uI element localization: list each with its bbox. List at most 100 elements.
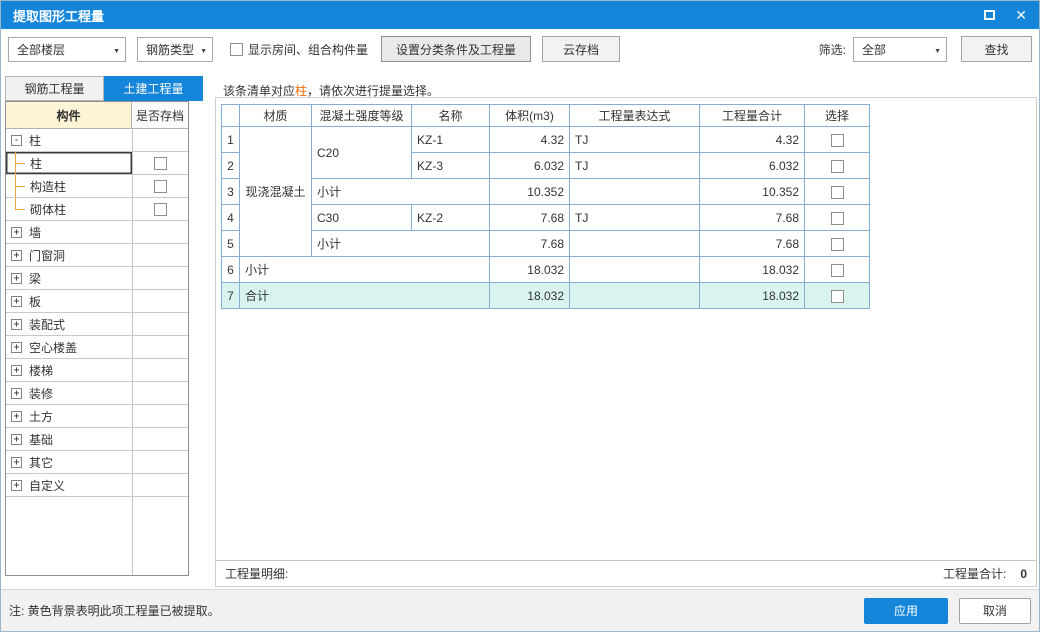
tree-item-masonry-column[interactable]: 砌体柱 <box>6 198 188 221</box>
quantity-table: 材质 混凝土强度等级 名称 体积(m3) 工程量表达式 工程量合计 选择 1 现… <box>221 104 870 309</box>
tree-item-column[interactable]: 柱 <box>6 152 188 175</box>
table-row: 4 C30 KZ-2 7.68 TJ 7.68 <box>221 204 870 231</box>
expand-icon[interactable] <box>11 295 22 307</box>
expand-icon[interactable] <box>11 318 22 330</box>
volume-cell: 7.68 <box>489 204 570 231</box>
row-number-header <box>221 104 240 127</box>
expression-cell: TJ <box>569 204 700 231</box>
volume-cell: 18.032 <box>489 256 570 283</box>
floor-select[interactable]: 全部楼层 <box>8 36 126 62</box>
collapse-icon[interactable] <box>11 134 22 146</box>
close-icon[interactable] <box>1015 8 1027 22</box>
grand-total-label: 合计 <box>239 282 490 309</box>
tree-item-earthwork[interactable]: 土方 <box>6 405 188 428</box>
expand-icon[interactable] <box>11 249 22 261</box>
show-room-checkbox-group[interactable]: 显示房间、组合构件量 <box>230 41 368 58</box>
row-select-checkbox[interactable] <box>830 159 844 173</box>
grade-cell: C30 <box>311 204 412 231</box>
toolbar: 全部楼层 钢筋类型 显示房间、组合构件量 设置分类条件及工程量 云存档 筛选: … <box>1 29 1039 69</box>
expand-icon[interactable] <box>11 226 22 238</box>
expand-icon[interactable] <box>11 272 22 284</box>
expression-cell <box>569 178 700 205</box>
archive-checkbox[interactable] <box>153 202 167 216</box>
table-row: 1 现浇混凝土 C20 KZ-1 4.32 TJ 4.32 <box>221 126 870 257</box>
row-select-checkbox[interactable] <box>830 289 844 303</box>
expand-icon[interactable] <box>11 364 22 376</box>
expression-cell <box>569 230 700 257</box>
maximize-icon[interactable] <box>984 10 996 20</box>
row-number: 7 <box>221 282 240 309</box>
expand-icon[interactable] <box>11 410 22 422</box>
select-header: 选择 <box>804 104 870 127</box>
row-number: 4 <box>221 204 240 231</box>
tree-connector <box>15 198 28 220</box>
row-number: 3 <box>221 178 240 205</box>
row-select-checkbox[interactable] <box>830 185 844 199</box>
note-text: 注: 黄色背景表明此项工程量已被提取。 <box>9 604 220 618</box>
find-button[interactable]: 查找 <box>961 36 1032 62</box>
tab-rebar-quantities[interactable]: 钢筋工程量 <box>5 76 104 101</box>
tree-item-other[interactable]: 其它 <box>6 451 188 474</box>
apply-button[interactable]: 应用 <box>864 597 948 624</box>
archive-checkbox[interactable] <box>153 156 167 170</box>
expression-header: 工程量表达式 <box>569 104 700 127</box>
show-room-checkbox[interactable] <box>230 42 243 56</box>
dialog-bottom-bar: 注: 黄色背景表明此项工程量已被提取。 应用 取消 <box>1 589 1039 631</box>
expand-icon[interactable] <box>11 456 22 468</box>
name-header: 名称 <box>411 104 490 127</box>
tab-bar: 钢筋工程量 土建工程量 <box>5 76 203 101</box>
tree-header-component: 构件 <box>6 102 132 128</box>
expand-icon[interactable] <box>11 433 22 445</box>
tree-connector <box>15 152 28 174</box>
tree-header: 构件 是否存档 <box>6 102 188 129</box>
tree-item-wall[interactable]: 墙 <box>6 221 188 244</box>
component-tree-panel: 构件 是否存档 柱 柱 构造柱 砌体柱 墙 门窗洞 梁 <box>5 101 189 576</box>
tree-item-stairs[interactable]: 楼梯 <box>6 359 188 382</box>
cancel-button[interactable]: 取消 <box>959 597 1031 624</box>
total-cell: 4.32 <box>699 126 805 153</box>
row-select-checkbox[interactable] <box>830 133 844 147</box>
tree-item-foundation[interactable]: 基础 <box>6 428 188 451</box>
tree-item-slab[interactable]: 板 <box>6 290 188 313</box>
cloud-save-button[interactable]: 云存档 <box>542 36 621 62</box>
tree-item-decoration[interactable]: 装修 <box>6 382 188 405</box>
name-cell: KZ-1 <box>411 126 490 153</box>
chevron-down-icon <box>107 42 120 56</box>
expression-cell: TJ <box>569 126 700 153</box>
tab-civil-quantities[interactable]: 土建工程量 <box>104 76 203 101</box>
total-header: 工程量合计 <box>699 104 805 127</box>
archive-checkbox[interactable] <box>153 179 167 193</box>
volume-cell: 10.352 <box>489 178 570 205</box>
expand-icon[interactable] <box>11 341 22 353</box>
panel-footer: 工程量明细: 工程量合计: 0 <box>216 560 1036 586</box>
tree-item-door-window-opening[interactable]: 门窗洞 <box>6 244 188 267</box>
expand-icon[interactable] <box>11 387 22 399</box>
tree-item-prefab[interactable]: 装配式 <box>6 313 188 336</box>
hint-highlight: 柱 <box>295 84 308 98</box>
extract-quantities-dialog: { "window": { "title": "提取图形工程量" }, "too… <box>0 0 1040 632</box>
tree-item-hollow-floor[interactable]: 空心楼盖 <box>6 336 188 359</box>
row-number: 6 <box>221 256 240 283</box>
tree-item-beam[interactable]: 梁 <box>6 267 188 290</box>
filter-select-value: 全部 <box>862 42 887 57</box>
total-cell: 18.032 <box>699 282 805 309</box>
subtotal-label: 小计 <box>311 178 490 205</box>
row-select-checkbox[interactable] <box>830 211 844 225</box>
subtotal-label: 小计 <box>239 256 490 283</box>
total-cell: 18.032 <box>699 256 805 283</box>
total-cell: 10.352 <box>699 178 805 205</box>
tree-header-archive: 是否存档 <box>132 102 188 128</box>
row-select-checkbox[interactable] <box>830 263 844 277</box>
hint-prefix: 该条清单对应 <box>223 84 296 98</box>
tree-item-column-group[interactable]: 柱 <box>6 129 188 152</box>
tree-item-constructional-column[interactable]: 构造柱 <box>6 175 188 198</box>
filter-select[interactable]: 全部 <box>853 36 947 62</box>
expression-cell <box>569 282 700 309</box>
tree-item-custom[interactable]: 自定义 <box>6 474 188 497</box>
hint-suffix: ，请依次进行提量选择。 <box>307 84 440 98</box>
set-category-button[interactable]: 设置分类条件及工程量 <box>381 36 532 62</box>
expand-icon[interactable] <box>11 479 22 491</box>
expression-cell <box>569 256 700 283</box>
row-select-checkbox[interactable] <box>830 237 844 251</box>
rebar-type-select[interactable]: 钢筋类型 <box>137 36 213 62</box>
